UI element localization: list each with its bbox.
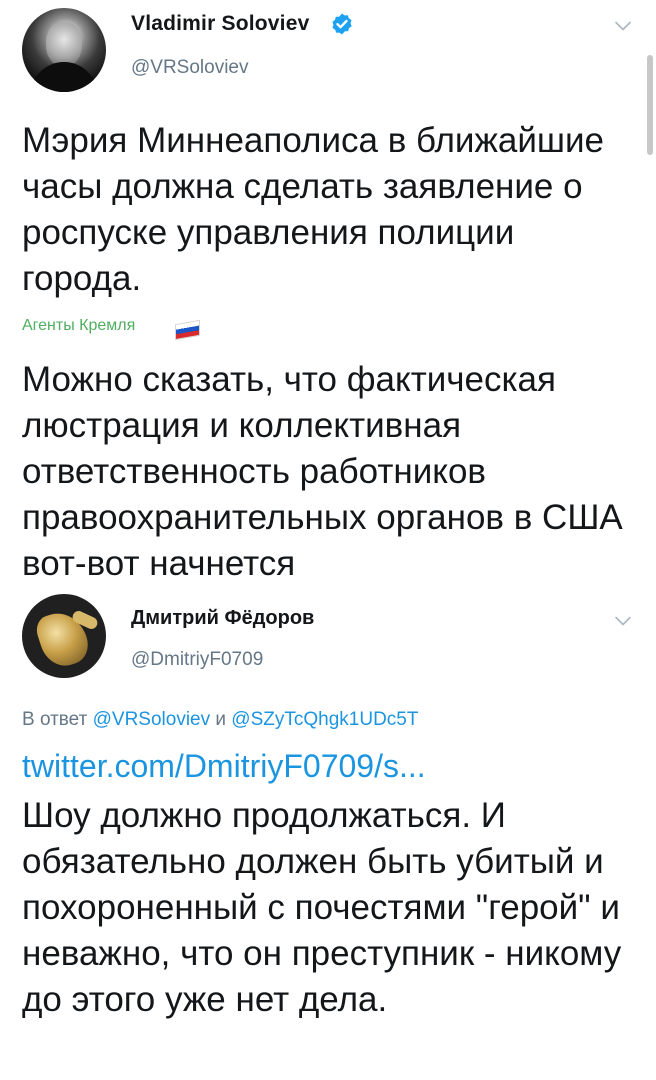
mention-link[interactable]: @SZyTcQhgk1UDc5T [231, 709, 418, 730]
author-handle[interactable]: @VRSoloviev [131, 57, 249, 79]
chevron-down-icon[interactable] [615, 21, 631, 31]
mention-link[interactable]: @VRSoloviev [93, 709, 211, 730]
author-name[interactable]: Дмитрий Фёдоров [131, 607, 314, 630]
avatar[interactable] [22, 594, 106, 678]
reply-context: В ответ @VRSoloviev и @SZyTcQhgk1UDc5T [22, 709, 418, 731]
chevron-down-icon[interactable] [615, 616, 631, 626]
avatar-face [46, 22, 82, 66]
scrollbar-thumb[interactable] [647, 55, 653, 155]
repost-comment: Можно сказать, что фактическая люстрация… [22, 360, 623, 583]
tweet-card[interactable]: Дмитрий Фёдоров @DmitriyF0709 В ответ @V… [0, 590, 656, 1080]
author-handle[interactable]: @DmitriyF0709 [131, 649, 263, 671]
channel-label: Агенты Кремля [22, 317, 136, 334]
avatar[interactable] [22, 8, 106, 92]
reply-prefix: В ответ [22, 709, 88, 730]
tweet-card[interactable]: Vladimir Soloviev @VRSoloviev Мэрия Минн… [0, 0, 656, 590]
author-name[interactable]: Vladimir Soloviev [131, 12, 309, 36]
tweet-text: Шоу должно продолжаться. И обязательно д… [22, 796, 622, 1019]
reply-conjunction: и [215, 709, 227, 730]
tweet-text: Мэрия Миннеаполиса в ближайшие часы долж… [22, 121, 604, 298]
avatar-shirt [30, 62, 98, 92]
verified-badge-icon [332, 13, 352, 35]
tweet-link[interactable]: twitter.com/DmitriyF0709/s... [22, 748, 426, 785]
russian-flag-icon [175, 319, 200, 341]
